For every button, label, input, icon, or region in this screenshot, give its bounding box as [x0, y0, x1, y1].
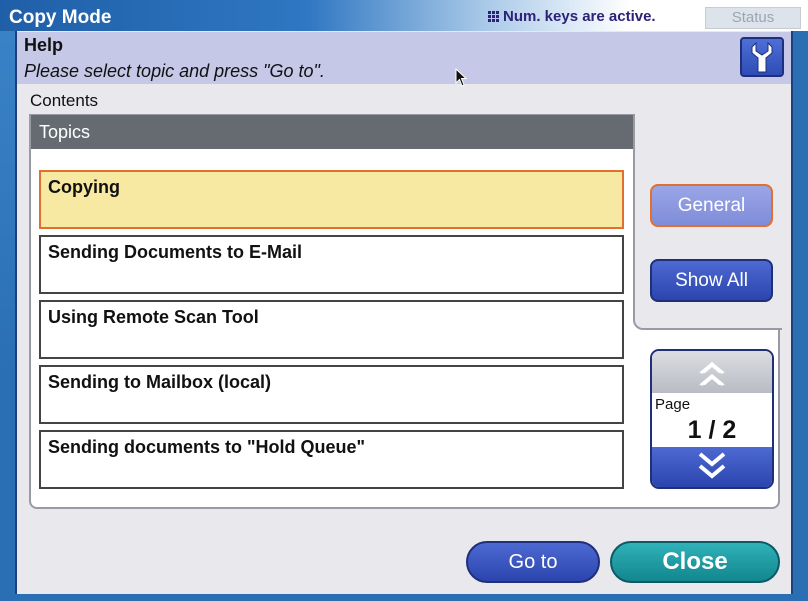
topic-label: Using Remote Scan Tool [48, 307, 259, 327]
help-header: Help Please select topic and press "Go t… [17, 32, 791, 84]
num-keys-indicator: Num. keys are active. [488, 8, 656, 25]
topic-label: Copying [48, 177, 120, 197]
topic-item-email[interactable]: Sending Documents to E-Mail [39, 235, 624, 294]
page-down-button[interactable] [652, 447, 772, 487]
window-frame-bottom [0, 594, 808, 601]
page-navigator: Page 1 / 2 [650, 349, 774, 489]
page-label: Page [655, 396, 691, 413]
page-indicator: 1 / 2 [687, 416, 737, 444]
topic-item-mailbox[interactable]: Sending to Mailbox (local) [39, 365, 624, 424]
topic-item-remote-scan[interactable]: Using Remote Scan Tool [39, 300, 624, 359]
help-instruction: Please select topic and press "Go to". [24, 61, 325, 81]
wrench-button[interactable] [740, 37, 784, 77]
page-up-button[interactable] [652, 351, 772, 393]
topic-item-hold-queue[interactable]: Sending documents to "Hold Queue" [39, 430, 624, 489]
show-all-button[interactable]: Show All [650, 259, 773, 302]
wrench-icon [751, 41, 773, 73]
double-chevron-down-icon [698, 452, 726, 479]
mouse-cursor-icon [455, 68, 468, 87]
general-button[interactable]: General [650, 184, 773, 227]
topic-label: Sending documents to "Hold Queue" [48, 437, 366, 457]
num-keys-text: Num. keys are active. [503, 8, 656, 25]
title-bar: Copy Mode Num. keys are active. Status [0, 0, 808, 31]
keypad-icon [488, 11, 499, 22]
topics-header: Topics [31, 115, 633, 149]
contents-label: Contents [30, 91, 99, 110]
topic-label: Sending to Mailbox (local) [48, 372, 272, 392]
window-frame-left [0, 31, 15, 601]
app-title: Copy Mode [9, 7, 112, 28]
topic-label: Sending Documents to E-Mail [48, 242, 303, 262]
window-frame-right [793, 31, 808, 601]
close-button[interactable]: Close [610, 541, 780, 583]
double-chevron-up-icon [699, 362, 725, 387]
status-button[interactable]: Status [705, 7, 801, 29]
help-title: Help [24, 35, 64, 55]
go-to-button[interactable]: Go to [466, 541, 600, 583]
topic-item-copying[interactable]: Copying [39, 170, 624, 229]
